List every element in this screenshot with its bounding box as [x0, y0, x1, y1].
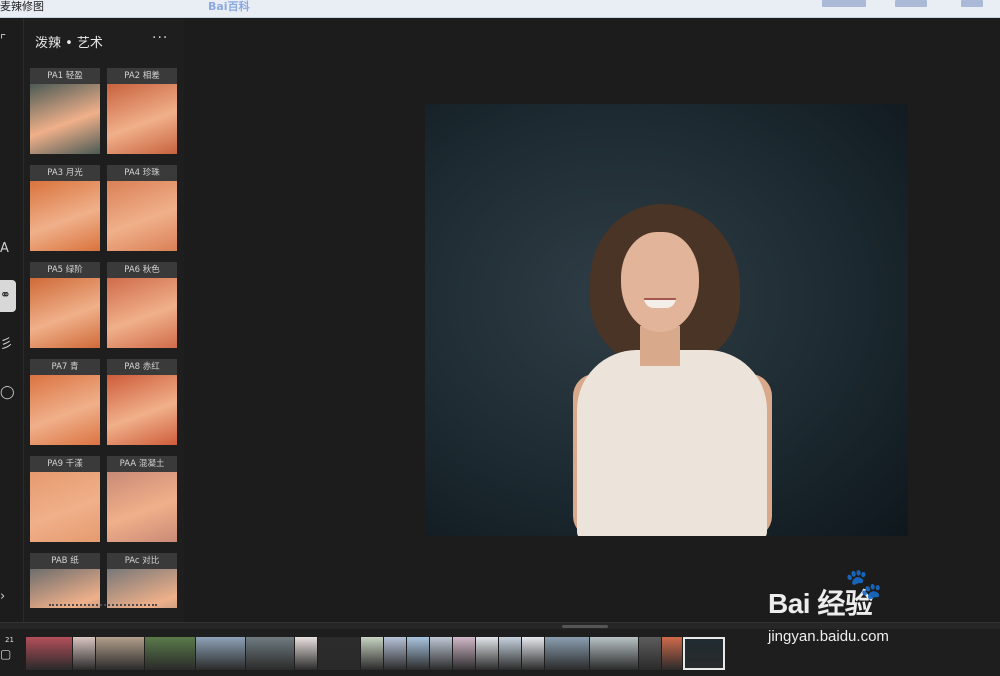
filmstrip-thumb[interactable] [246, 637, 294, 670]
text-icon[interactable]: A [0, 240, 16, 258]
filter-thumbnail[interactable] [30, 472, 100, 542]
color-icon[interactable]: 彡 [0, 336, 16, 354]
filter-card[interactable]: PAB 纸 [30, 553, 100, 608]
filter-label: PA4 珍珠 [107, 165, 177, 181]
filmstrip-thumb[interactable] [145, 637, 195, 670]
filmstrip-thumb[interactable] [499, 637, 521, 670]
filter-grid: PA1 轻盈 PA2 相差 PA3 月光 PA4 珍珠 PA5 绿阶 PA6 秋色 PA7 … [30, 68, 180, 608]
filmstrip-thumb[interactable] [318, 637, 360, 670]
titlebar-link-3[interactable] [961, 0, 983, 7]
filter-thumbnail[interactable] [30, 569, 100, 608]
filmstrip-thumb[interactable] [639, 637, 661, 670]
filter-label: PA1 轻盈 [30, 68, 100, 84]
filmstrip-thumb[interactable] [361, 637, 383, 670]
filmstrip-thumb[interactable] [476, 637, 498, 670]
paw-icon: 🐾 [845, 567, 883, 602]
filter-label: PA9 千漾 [30, 456, 100, 472]
filter-thumbnail[interactable] [30, 375, 100, 445]
circle-icon[interactable]: ◯ [0, 384, 16, 402]
filter-thumbnail[interactable] [107, 569, 177, 608]
filter-icon[interactable]: ⚭ [0, 280, 16, 312]
photo-editor-window: 麦辣修图 Bai百科 ⌜ A ⚭ 彡 ◯ › 泼辣 • 艺术 ··· PA1 轻… [0, 0, 1000, 676]
filter-thumbnail[interactable] [30, 84, 100, 154]
titlebar-link-2[interactable] [895, 0, 927, 7]
filmstrip-thumb[interactable] [73, 637, 95, 670]
filter-label: PAc 对比 [107, 553, 177, 569]
filmstrip-thumb[interactable] [407, 637, 429, 670]
splitter-grip[interactable] [562, 625, 608, 628]
filter-thumbnail[interactable] [107, 278, 177, 348]
filter-card[interactable]: PAA 混凝土 [107, 456, 177, 542]
next-icon[interactable]: › [0, 588, 16, 606]
filter-thumbnail[interactable] [107, 375, 177, 445]
filmstrip-thumb[interactable] [96, 637, 144, 670]
title-bar: 麦辣修图 Bai百科 [0, 0, 1000, 18]
panel-scroll-indicator[interactable] [49, 604, 157, 606]
photo-dress [577, 350, 767, 536]
filter-card[interactable]: PA8 赤红 [107, 359, 177, 445]
filmstrip-thumb[interactable] [522, 637, 544, 670]
filter-label: PA2 相差 [107, 68, 177, 84]
filmstrip-thumb[interactable] [295, 637, 317, 670]
filter-thumbnail[interactable] [107, 472, 177, 542]
window-title: 麦辣修图 [0, 0, 44, 13]
filmstrip-thumbnails [26, 637, 732, 670]
filter-label: PA8 赤红 [107, 359, 177, 375]
filter-label: PA6 秋色 [107, 262, 177, 278]
filmstrip-thumb[interactable] [662, 637, 682, 670]
filmstrip-thumb[interactable] [384, 637, 406, 670]
filter-thumbnail[interactable] [107, 181, 177, 251]
filter-card[interactable]: PA1 轻盈 [30, 68, 100, 154]
filter-card[interactable]: PA4 珍珠 [107, 165, 177, 251]
tool-rail: ⌜ A ⚭ 彡 ◯ › [0, 18, 24, 622]
watermark-url: jingyan.baidu.com [768, 628, 889, 645]
filter-thumbnail[interactable] [30, 278, 100, 348]
titlebar-link-1[interactable] [822, 0, 866, 7]
filter-card[interactable]: PA9 千漾 [30, 456, 100, 542]
filter-card[interactable]: PA2 相差 [107, 68, 177, 154]
filter-label: PAB 纸 [30, 553, 100, 569]
filmstrip-thumb[interactable] [453, 637, 475, 670]
gallery-icon[interactable]: ▢ [0, 644, 12, 664]
photo-smile [644, 298, 676, 308]
filmstrip-thumb[interactable] [430, 637, 452, 670]
filmstrip-thumb-selected[interactable] [683, 637, 725, 670]
filter-label: PAA 混凝土 [107, 456, 177, 472]
filter-thumbnail[interactable] [107, 84, 177, 154]
browser-logo: Bai百科 [208, 0, 250, 13]
filter-panel: 泼辣 • 艺术 ··· PA1 轻盈 PA2 相差 PA3 月光 PA4 珍珠 PA5 … [24, 18, 184, 622]
photo-neck [640, 326, 680, 366]
baidu-watermark: Bai 经验 🐾 jingyan.baidu.com [768, 568, 998, 658]
filter-card[interactable]: PA6 秋色 [107, 262, 177, 348]
photo-face [621, 232, 699, 332]
photo-count: 21 [5, 636, 14, 644]
filter-label: PA3 月光 [30, 165, 100, 181]
filter-card[interactable]: PA3 月光 [30, 165, 100, 251]
more-options-button[interactable]: ··· [152, 30, 168, 46]
panel-title: 泼辣 • 艺术 [35, 36, 103, 51]
filmstrip-thumb[interactable] [26, 637, 72, 670]
filter-label: PA5 绿阶 [30, 262, 100, 278]
filmstrip-thumb[interactable] [196, 637, 245, 670]
editing-canvas [185, 18, 1000, 622]
filter-label: PA7 青 [30, 359, 100, 375]
filter-thumbnail[interactable] [30, 181, 100, 251]
filmstrip-thumb[interactable] [545, 637, 589, 670]
filmstrip-thumb[interactable] [590, 637, 638, 670]
crop-icon[interactable]: ⌜ [0, 32, 16, 50]
filter-card[interactable]: PAc 对比 [107, 553, 177, 608]
filter-card[interactable]: PA5 绿阶 [30, 262, 100, 348]
main-photo[interactable] [425, 104, 908, 536]
filter-card[interactable]: PA7 青 [30, 359, 100, 445]
